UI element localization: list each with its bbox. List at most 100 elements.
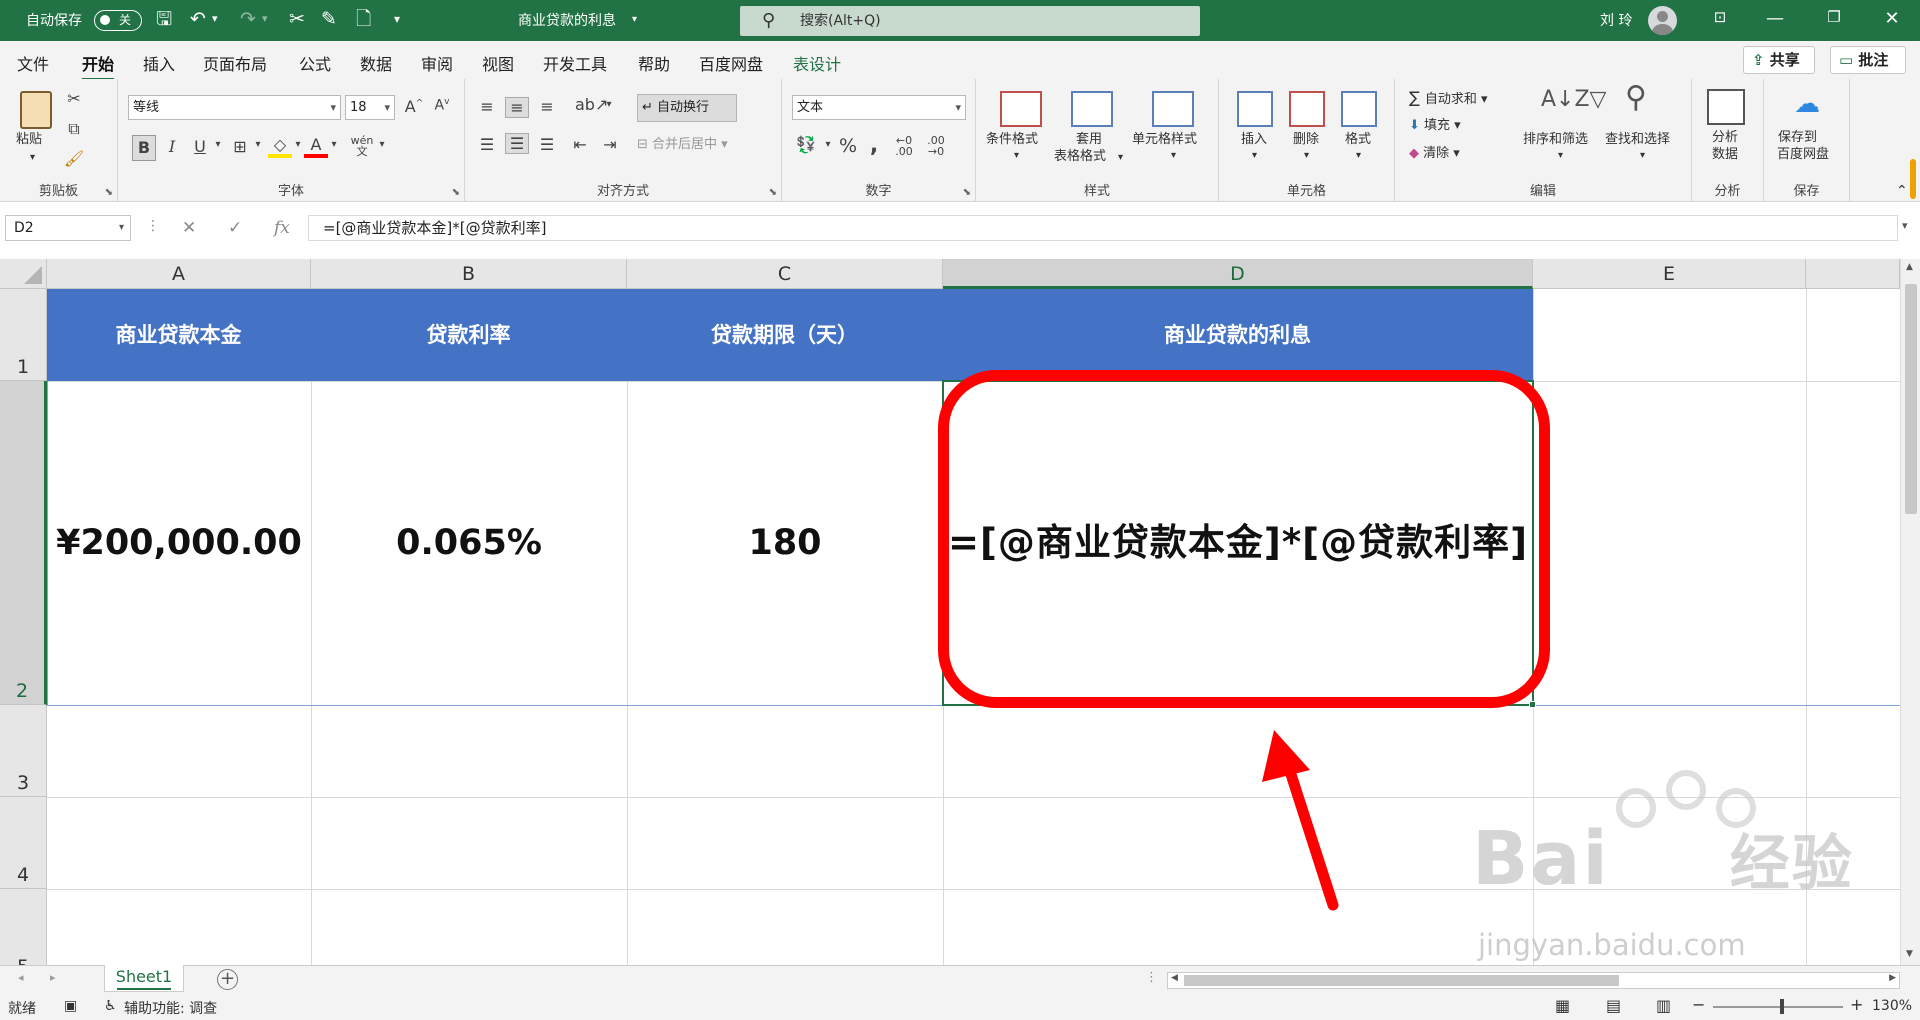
select-all-button[interactable] [0, 259, 47, 289]
save-to-label-2[interactable]: 百度网盘 [1777, 146, 1829, 163]
scroll-left-icon[interactable]: ◀ [1171, 973, 1178, 983]
bold-icon[interactable]: B [132, 135, 156, 161]
format-cells-label[interactable]: 格式 [1345, 131, 1371, 148]
delete-dropdown-icon[interactable]: ▾ [1304, 147, 1309, 164]
delete-cells-icon[interactable] [1289, 91, 1325, 127]
tab-view[interactable]: 视图 [482, 51, 514, 75]
save-to-label-1[interactable]: 保存到 [1778, 129, 1817, 146]
sort-filter-icon[interactable]: A↓Z▽ [1541, 89, 1606, 111]
tab-page-layout[interactable]: 页面布局 [203, 51, 267, 75]
macro-record-icon[interactable]: ▣ [64, 998, 77, 1014]
tab-review[interactable]: 审阅 [421, 51, 453, 75]
column-header-d[interactable]: D [943, 259, 1533, 289]
conditional-format-icon[interactable] [1000, 91, 1042, 127]
tab-formulas[interactable]: 公式 [299, 51, 331, 75]
row-header-2[interactable]: 2 [0, 381, 47, 705]
align-center-icon[interactable]: ☰ [505, 133, 529, 154]
baidu-cloud-icon[interactable]: ☁ [1794, 91, 1820, 117]
accessibility-icon[interactable]: ♿ [104, 998, 117, 1014]
save-icon[interactable]: 🖫 [156, 8, 172, 30]
format-painter-icon[interactable]: ✎ [321, 8, 337, 30]
format-table-icon[interactable] [1071, 91, 1113, 127]
format-table-label-1[interactable]: 套用 [1076, 131, 1102, 148]
vertical-scrollbar[interactable]: ▲ ▼ [1900, 259, 1920, 965]
tab-help[interactable]: 帮助 [638, 51, 670, 75]
formula-input[interactable]: =[@商业贷款本金]*[@贷款利率] [308, 215, 1898, 241]
ribbon-display-icon[interactable]: ⊡ [1708, 8, 1732, 26]
cell-a2[interactable]: ¥200,000.00 [47, 381, 311, 705]
tab-data[interactable]: 数据 [360, 51, 392, 75]
align-top-icon[interactable]: ≡ [475, 97, 499, 116]
increase-decimal-icon[interactable]: ←0.00 [892, 135, 916, 157]
font-size-select[interactable]: 18 ▾ [345, 95, 395, 120]
percent-icon[interactable]: % [836, 135, 860, 157]
row-header-4[interactable]: 4 [0, 797, 47, 889]
header-cell-c1[interactable]: 贷款期限（天） [627, 289, 943, 381]
analyze-label-1[interactable]: 分析 [1712, 129, 1738, 146]
redo-icon[interactable]: ↷ [240, 8, 256, 30]
find-select-icon[interactable]: ⚲ [1625, 83, 1647, 113]
format-painter-icon[interactable]: 🖌 [62, 149, 86, 168]
title-dropdown-icon[interactable]: ▾ [632, 14, 637, 25]
phonetic-dropdown-icon[interactable]: ▾ [370, 139, 394, 150]
header-cell-a1[interactable]: 商业贷款本金 [47, 289, 311, 381]
clipboard-launcher-icon[interactable]: ⬊ [105, 187, 113, 198]
split-handle-icon[interactable]: ⋮ [1145, 970, 1158, 985]
new-file-icon[interactable]: 🗋 [356, 8, 371, 30]
vertical-scroll-thumb[interactable] [1905, 284, 1917, 514]
prev-sheet-icon[interactable]: ◂ [18, 971, 24, 984]
insert-cells-label[interactable]: 插入 [1241, 131, 1267, 148]
analyze-label-2[interactable]: 数据 [1712, 146, 1738, 163]
format-dropdown-icon[interactable]: ▾ [1356, 147, 1361, 164]
enter-icon[interactable]: ✓ [228, 218, 242, 238]
more-options-icon[interactable]: ⋮ [146, 218, 160, 234]
format-table-label-2[interactable]: 表格格式 [1054, 148, 1106, 165]
scroll-up-icon[interactable]: ▲ [1906, 262, 1913, 272]
format-table-dropdown-icon[interactable]: ▾ [1118, 149, 1123, 166]
minimize-icon[interactable]: — [1763, 8, 1787, 29]
find-dropdown-icon[interactable]: ▾ [1640, 147, 1645, 164]
decrease-indent-icon[interactable]: ⇤ [568, 135, 592, 154]
collapse-ribbon-icon[interactable]: ⌃ [1896, 183, 1908, 200]
underline-dropdown-icon[interactable]: ▾ [206, 139, 230, 150]
sort-filter-label[interactable]: 排序和筛选 [1523, 131, 1588, 148]
font-name-select[interactable]: 等线 ▾ [128, 95, 341, 120]
tab-baidu-netdisk[interactable]: 百度网盘 [699, 51, 763, 75]
sort-dropdown-icon[interactable]: ▾ [1558, 147, 1563, 164]
decrease-font-icon[interactable]: Av [430, 97, 454, 114]
merge-center-button[interactable]: ⊟ 合并后居中 ▾ [637, 136, 728, 153]
conditional-dropdown-icon[interactable]: ▾ [1014, 147, 1019, 164]
undo-dropdown-icon[interactable]: ▾ [212, 8, 218, 30]
share-button[interactable]: ⇪ 共享 [1743, 46, 1815, 74]
orientation-dropdown-icon[interactable]: ▾ [597, 99, 621, 110]
alignment-launcher-icon[interactable]: ⬊ [769, 187, 777, 198]
increase-indent-icon[interactable]: ⇥ [598, 135, 622, 154]
fill-button[interactable]: ⬇ 填充 ▾ [1409, 117, 1461, 134]
conditional-format-label[interactable]: 条件格式 [986, 131, 1038, 148]
cell-c2[interactable]: 180 [627, 381, 943, 705]
sheet-tab-sheet1[interactable]: Sheet1 [104, 965, 184, 992]
header-cell-b1[interactable]: 贷款利率 [311, 289, 627, 381]
border-dropdown-icon[interactable]: ▾ [246, 139, 270, 150]
page-layout-view-icon[interactable]: ▤ [1606, 996, 1621, 1015]
cell-styles-icon[interactable] [1152, 91, 1194, 127]
font-color-dropdown-icon[interactable]: ▾ [322, 139, 346, 150]
row-header-1[interactable]: 1 [0, 289, 47, 381]
number-format-select[interactable]: 文本 ▾ [792, 95, 966, 120]
delete-cells-label[interactable]: 删除 [1293, 131, 1319, 148]
paste-icon[interactable] [20, 91, 52, 129]
customize-qat-icon[interactable]: ▾ [394, 8, 400, 30]
align-middle-icon[interactable]: ≡ [505, 97, 529, 118]
user-name[interactable]: 刘 玲 [1600, 10, 1632, 30]
avatar[interactable] [1648, 6, 1677, 35]
italic-icon[interactable]: I [160, 137, 184, 156]
zoom-out-icon[interactable]: − [1692, 995, 1705, 1014]
comment-button[interactable]: ▭ 批注 [1830, 46, 1906, 74]
clear-button[interactable]: ◆ 清除 ▾ [1409, 145, 1460, 162]
cut-icon[interactable]: ✂ [62, 89, 86, 108]
insert-dropdown-icon[interactable]: ▾ [1252, 147, 1257, 164]
align-left-icon[interactable]: ☰ [475, 135, 499, 154]
scroll-down-icon[interactable]: ▼ [1906, 949, 1913, 959]
column-header-a[interactable]: A [47, 259, 311, 289]
analyze-data-icon[interactable] [1707, 89, 1745, 125]
